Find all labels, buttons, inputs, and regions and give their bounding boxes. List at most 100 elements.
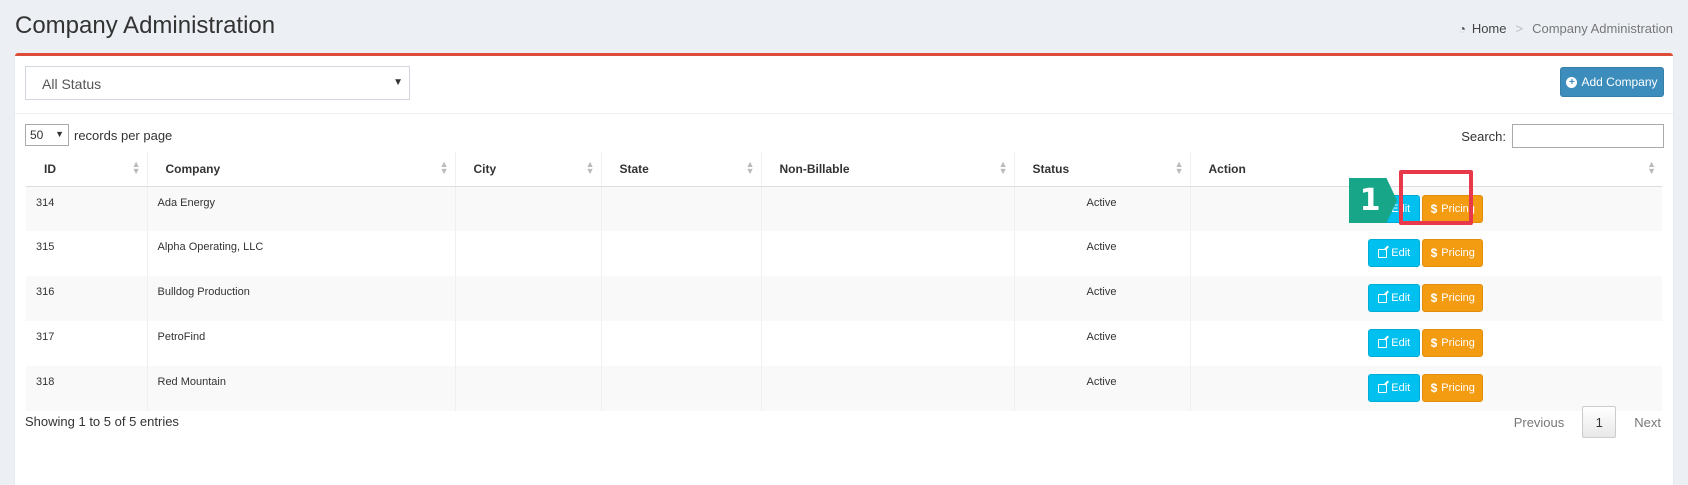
- column-header-state[interactable]: State ▲ ▼: [601, 152, 762, 187]
- status-filter-value: All Status: [42, 76, 102, 92]
- column-header-action[interactable]: Action ▲ ▼: [1190, 152, 1662, 187]
- pricing-button[interactable]: $ Pricing: [1422, 374, 1484, 402]
- cell-non-billable: [761, 231, 1015, 276]
- status-filter-select[interactable]: All Status ▼: [25, 66, 410, 100]
- edit-icon: [1378, 293, 1388, 303]
- box-header: All Status ▼ + Add Company: [15, 56, 1673, 114]
- cell-city: [455, 366, 602, 411]
- breadcrumb-current: Company Administration: [1532, 21, 1673, 36]
- cell-non-billable: [761, 276, 1015, 321]
- column-header-city[interactable]: City ▲ ▼: [455, 152, 602, 187]
- cell-non-billable: [761, 366, 1015, 411]
- cell-city: [455, 231, 602, 276]
- company-table: ID ▲ ▼ Company ▲ ▼ City ▲ ▼ State ▲ ▼ Non-Billab…: [26, 152, 1662, 411]
- table-row: 315 Alpha Operating, LLC Active Edit $ Pri…: [26, 231, 1662, 276]
- dollar-icon: $: [1430, 336, 1438, 350]
- cell-city: [455, 186, 602, 231]
- edit-button[interactable]: Edit: [1368, 239, 1421, 267]
- cell-status: Active: [1014, 366, 1191, 411]
- edit-icon: [1378, 338, 1388, 348]
- pricing-button[interactable]: $ Pricing: [1422, 194, 1484, 223]
- dollar-icon: $: [1430, 246, 1438, 260]
- pricing-button[interactable]: $ Pricing: [1422, 329, 1484, 357]
- caret-down-icon: ▼: [393, 77, 403, 88]
- edit-icon: [1378, 383, 1388, 393]
- breadcrumb: ◔ Home > Company Administration: [1459, 21, 1673, 36]
- cell-action: Edit $ Pricing: [1190, 276, 1662, 321]
- content-header: Company Administration ◔ Home > Company …: [15, 8, 1673, 48]
- cell-action: Edit $ Pricing: [1190, 366, 1662, 411]
- edit-icon: [1378, 248, 1388, 258]
- cell-status: Active: [1014, 321, 1191, 366]
- cell-non-billable: [761, 321, 1015, 366]
- cell-city: [455, 321, 602, 366]
- sort-icon: ▲ ▼: [131, 159, 141, 176]
- records-per-page-select[interactable]: 50 ▼: [25, 124, 69, 146]
- page-number-button[interactable]: 1: [1582, 406, 1617, 438]
- pricing-button[interactable]: $ Pricing: [1422, 239, 1484, 267]
- dollar-icon: $: [1430, 291, 1438, 305]
- cell-state: [601, 366, 762, 411]
- edit-button[interactable]: Edit: [1368, 374, 1421, 402]
- records-per-page-value: 50: [30, 128, 44, 142]
- company-box: All Status ▼ + Add Company 50 ▼ records …: [15, 53, 1673, 485]
- cell-action: Edit $ Pricing: [1190, 321, 1662, 366]
- table-row: 314 Ada Energy Active Edit $ Pricing: [26, 186, 1662, 231]
- table-row: 318 Red Mountain Active Edit $ Pricing: [26, 366, 1662, 411]
- cell-company: Red Mountain: [147, 366, 456, 411]
- cell-action: Edit $ Pricing: [1190, 231, 1662, 276]
- dollar-icon: $: [1430, 201, 1438, 216]
- dollar-icon: $: [1430, 381, 1438, 395]
- cell-city: [455, 276, 602, 321]
- cell-id: 315: [26, 231, 148, 276]
- cell-company: Bulldog Production: [147, 276, 456, 321]
- search-label: Search:: [1461, 128, 1506, 144]
- table-row: 317 PetroFind Active Edit $ Pricing: [26, 321, 1662, 366]
- table-row: 316 Bulldog Production Active Edit $ Prici…: [26, 276, 1662, 321]
- cell-state: [601, 276, 762, 321]
- cell-company: Ada Energy: [147, 186, 456, 231]
- cell-id: 318: [26, 366, 148, 411]
- sort-icon: ▲ ▼: [1647, 159, 1656, 176]
- cell-id: 314: [26, 186, 148, 231]
- records-per-page-label: records per page: [74, 127, 173, 143]
- cell-state: [601, 186, 762, 231]
- sort-icon: ▲ ▼: [439, 159, 449, 176]
- sort-icon: ▲ ▼: [998, 159, 1008, 176]
- cell-company: PetroFind: [147, 321, 456, 366]
- cell-status: Active: [1014, 276, 1191, 321]
- plus-circle-icon: +: [1566, 76, 1578, 88]
- cell-status: Active: [1014, 186, 1191, 231]
- table-header-row: ID ▲ ▼ Company ▲ ▼ City ▲ ▼ State ▲ ▼ Non-Billab…: [26, 152, 1662, 187]
- cell-status: Active: [1014, 231, 1191, 276]
- length-control: 50 ▼ records per page: [25, 124, 172, 146]
- cell-state: [601, 321, 762, 366]
- pagination: Previous 1 Next: [1514, 406, 1661, 438]
- search-input[interactable]: [1512, 124, 1664, 148]
- add-company-label: Add Company: [1581, 75, 1658, 89]
- search-control: Search:: [1461, 124, 1664, 148]
- cell-company: Alpha Operating, LLC: [147, 231, 456, 276]
- previous-page-button[interactable]: Previous: [1514, 415, 1565, 430]
- column-header-company[interactable]: Company ▲ ▼: [147, 152, 456, 187]
- page-title: Company Administration: [15, 12, 276, 39]
- cell-id: 317: [26, 321, 148, 366]
- column-header-id[interactable]: ID ▲ ▼: [26, 152, 148, 187]
- column-header-non-billable[interactable]: Non-Billable ▲ ▼: [761, 152, 1015, 187]
- cell-action: Edit $ Pricing: [1190, 186, 1662, 231]
- caret-down-icon: ▼: [55, 129, 64, 139]
- dashboard-icon: ◔: [1458, 21, 1466, 36]
- table-info: Showing 1 to 5 of 5 entries: [25, 414, 179, 429]
- edit-button[interactable]: Edit: [1368, 284, 1421, 312]
- pricing-button[interactable]: $ Pricing: [1422, 284, 1484, 312]
- add-company-button[interactable]: + Add Company: [1560, 67, 1664, 97]
- edit-button[interactable]: Edit: [1368, 329, 1421, 357]
- cell-state: [601, 231, 762, 276]
- sort-icon: ▲ ▼: [1174, 159, 1184, 176]
- sort-icon: ▲ ▼: [745, 159, 755, 176]
- next-page-button[interactable]: Next: [1634, 415, 1661, 430]
- breadcrumb-home-link[interactable]: Home: [1472, 21, 1507, 36]
- breadcrumb-separator: >: [1515, 21, 1524, 36]
- column-header-status[interactable]: Status ▲ ▼: [1014, 152, 1191, 187]
- cell-id: 316: [26, 276, 148, 321]
